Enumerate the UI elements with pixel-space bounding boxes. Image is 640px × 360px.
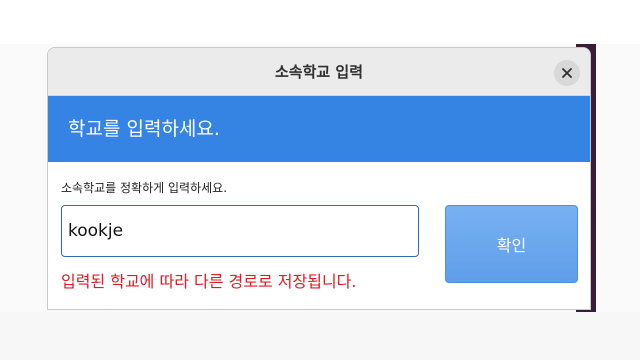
- background-top: [0, 0, 640, 44]
- school-name-input[interactable]: [61, 205, 419, 257]
- save-path-warning: 입력된 학교에 따라 다른 경로로 저장됩니다.: [61, 272, 357, 291]
- header-banner: 학교를 입력하세요.: [48, 96, 590, 162]
- instruction-label: 소속학교를 정확하게 입력하세요.: [61, 181, 228, 195]
- close-button[interactable]: [554, 60, 580, 86]
- banner-text: 학교를 입력하세요.: [68, 118, 220, 140]
- dialog-titlebar: 소속학교 입력: [48, 48, 590, 96]
- close-icon: [562, 68, 572, 78]
- confirm-button[interactable]: 확인: [445, 205, 578, 283]
- dialog-title: 소속학교 입력: [274, 63, 364, 81]
- background-bottom: [0, 312, 640, 360]
- school-input-dialog: 소속학교 입력 학교를 입력하세요. 소속학교를 정확하게 입력하세요. 확인 …: [47, 47, 591, 310]
